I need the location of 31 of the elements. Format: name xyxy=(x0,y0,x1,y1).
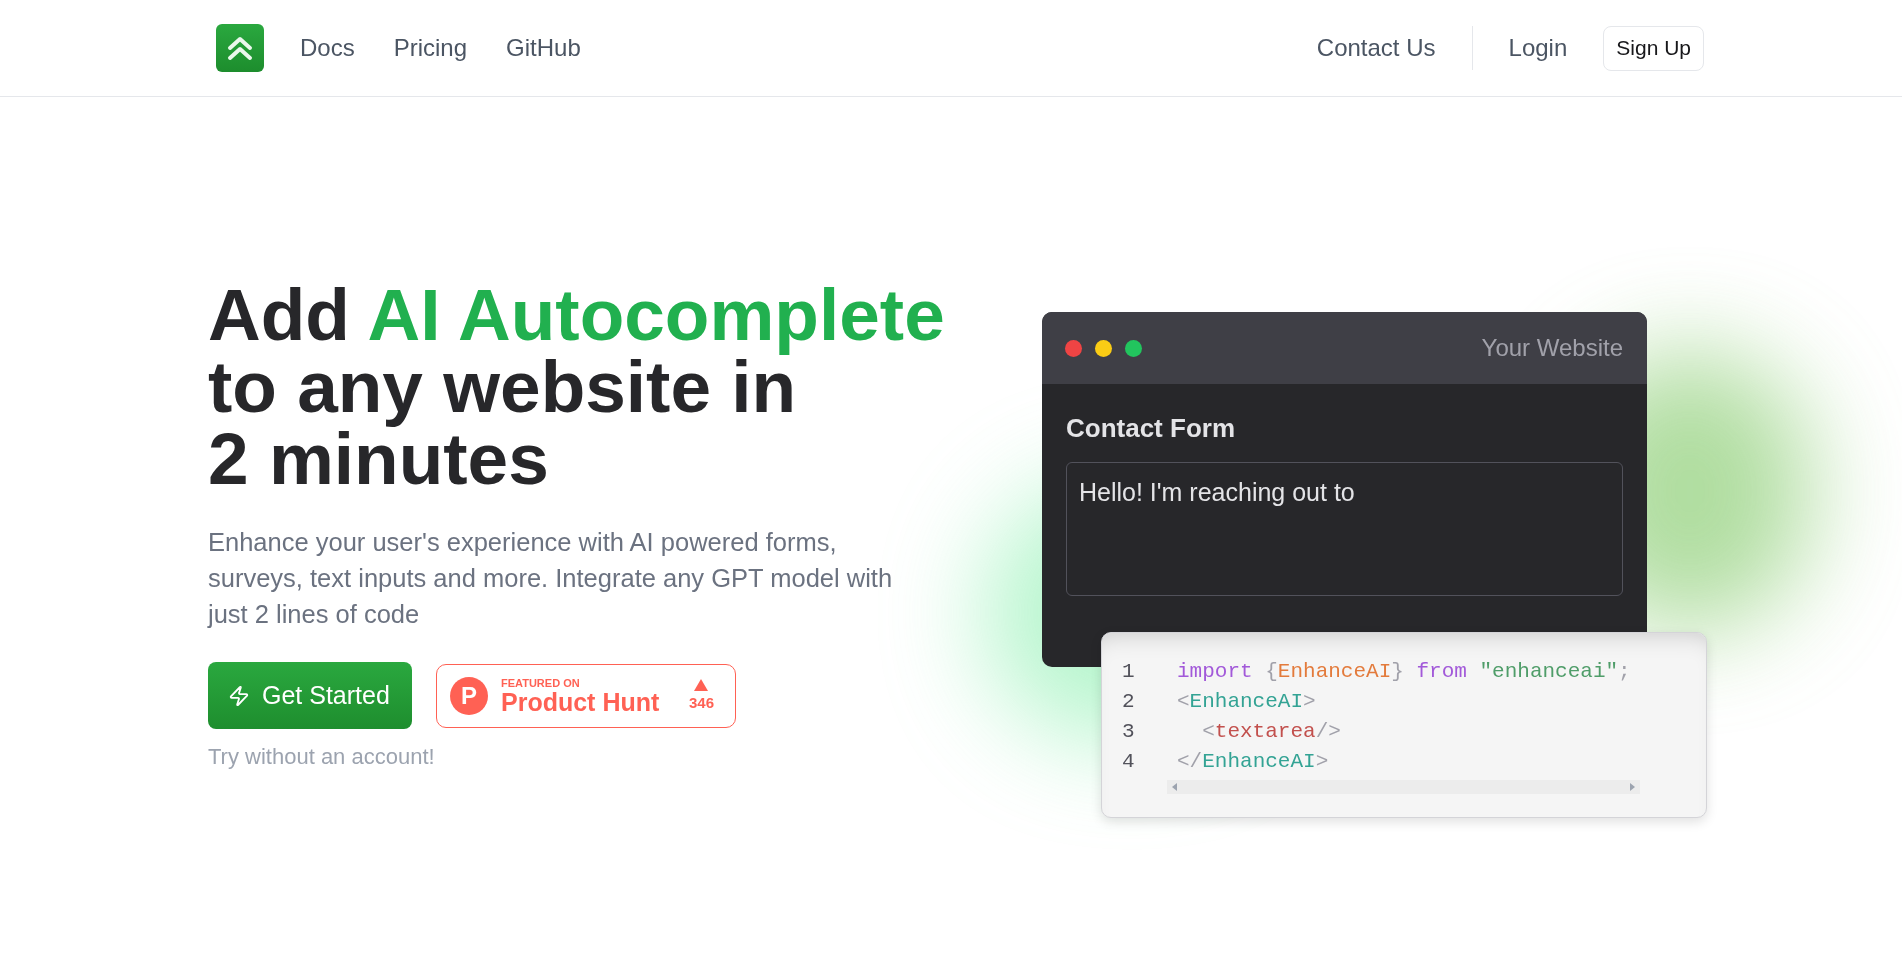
form-title: Contact Form xyxy=(1066,412,1235,444)
nav-link[interactable]: Pricing xyxy=(393,33,468,63)
hero-heading: Add AI Autocomplete to any website in 2 minutes xyxy=(208,279,946,495)
caret-right-icon[interactable] xyxy=(1630,783,1635,791)
get-started-button[interactable]: Get Started xyxy=(208,662,412,729)
triangle-icon xyxy=(694,679,709,691)
code-line: <textarea/> xyxy=(1201,719,1342,745)
nav-link[interactable]: Docs xyxy=(300,33,355,63)
code-line: </EnhanceAI> xyxy=(1176,749,1330,775)
vote-count: 346 xyxy=(688,694,714,712)
code-line: import {EnhanceAI} from "enhanceai"; xyxy=(1176,659,1632,685)
sign-up-button[interactable]: Sign Up xyxy=(1603,25,1704,71)
line-number: 1 xyxy=(1122,659,1135,685)
horizontal-scrollbar[interactable] xyxy=(1167,780,1640,794)
caret-left-icon[interactable] xyxy=(1172,783,1177,791)
message-field[interactable]: Hello! I'm reaching out to xyxy=(1066,462,1623,596)
line-number: 3 xyxy=(1122,719,1135,745)
window-title: Your Website xyxy=(1481,333,1623,363)
code-line: <EnhanceAI> xyxy=(1176,689,1317,715)
line-number: 4 xyxy=(1122,749,1135,775)
line-number: 2 xyxy=(1122,689,1135,715)
nav-link[interactable]: Contact Us xyxy=(1316,33,1436,63)
hero-description: Enhance your user's experience with AI powered forms, surveys, text inputs and more. Integrate any GPT model with just 2 lines of code xyxy=(208,527,894,630)
chevrons-up-icon[interactable] xyxy=(216,24,264,72)
nav-link[interactable]: GitHub xyxy=(506,33,581,63)
lightning-icon xyxy=(228,684,250,707)
product-name: Product Hunt xyxy=(501,688,660,715)
featured-label: FEATURED ON xyxy=(501,676,581,689)
nav-link[interactable]: Login xyxy=(1508,33,1568,63)
note-text: Try without an account! xyxy=(208,743,435,771)
letter-logo: P xyxy=(450,676,488,715)
